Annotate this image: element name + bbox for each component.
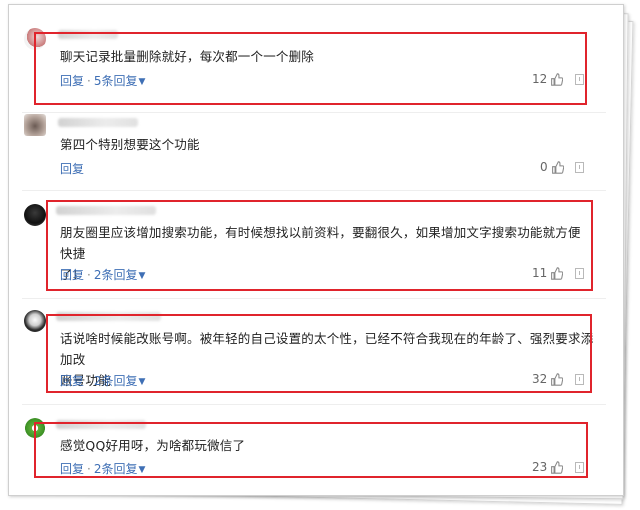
comment-text-line: 话说啥时候能改账号啊。被年轻的自己设置的太个性，已经不符合我现在的年龄了、强烈要… [60, 331, 594, 367]
avatar[interactable] [24, 416, 46, 438]
divider [22, 112, 606, 113]
divider [22, 298, 606, 299]
chevron-down-icon: ▼ [138, 465, 146, 475]
username-blurred[interactable] [56, 420, 146, 429]
replies-count: 2条回复 [93, 268, 138, 282]
report-icon[interactable] [575, 268, 584, 279]
username-blurred[interactable] [58, 30, 118, 39]
comment-text: 第四个特别想要这个功能 [60, 137, 200, 152]
like-control[interactable]: 12 [532, 72, 564, 86]
report-icon[interactable] [575, 74, 584, 85]
avatar[interactable] [24, 310, 46, 332]
replies-count: 5条回复 [93, 74, 138, 88]
comment-actions: 回复 · 2条回复▼ [60, 372, 145, 389]
thumbs-up-icon[interactable] [550, 72, 564, 86]
like-count: 0 [540, 160, 548, 174]
avatar[interactable] [24, 28, 46, 50]
like-count: 12 [532, 72, 548, 86]
comment-text-line: 朋友圈里应该增加搜索功能，有时候想找以前资料，要翻很久，如果增加文字搜索功能就方… [60, 225, 581, 261]
username-blurred[interactable] [58, 118, 138, 127]
like-count: 32 [532, 372, 548, 386]
comment-actions: 回复 · 2条回复▼ [60, 266, 145, 283]
reply-button[interactable]: 回复 [60, 74, 84, 88]
comment-text: 感觉QQ好用呀，为啥都玩微信了 [60, 438, 246, 453]
separator-dot: · [87, 374, 91, 388]
separator-dot: · [87, 268, 91, 282]
thumbs-up-icon[interactable] [550, 266, 564, 280]
like-control[interactable]: 32 [532, 372, 564, 386]
like-control[interactable]: 23 [532, 460, 564, 474]
chevron-down-icon: ▼ [138, 77, 146, 87]
avatar[interactable] [24, 114, 46, 136]
comment-actions: 回复 [60, 160, 84, 177]
username-blurred[interactable] [56, 206, 156, 215]
reply-button[interactable]: 回复 [60, 268, 84, 282]
thumbs-up-icon[interactable] [550, 372, 564, 386]
like-count: 23 [532, 460, 548, 474]
like-control[interactable]: 0 [540, 160, 564, 174]
reply-button[interactable]: 回复 [60, 462, 84, 476]
avatar[interactable] [24, 204, 46, 226]
like-count: 11 [532, 266, 548, 280]
view-replies-link[interactable]: 2条回复▼ [94, 268, 146, 282]
replies-count: 2条回复 [93, 374, 138, 388]
view-replies-link[interactable]: 2条回复▼ [94, 374, 146, 388]
view-replies-link[interactable]: 2条回复▼ [94, 462, 146, 476]
comment-actions: 回复 · 2条回复▼ [60, 460, 145, 477]
report-icon[interactable] [575, 162, 584, 173]
replies-count: 2条回复 [93, 462, 138, 476]
username-blurred[interactable] [56, 312, 161, 321]
view-replies-link[interactable]: 5条回复▼ [94, 74, 146, 88]
thumbs-up-icon[interactable] [551, 160, 564, 174]
chevron-down-icon: ▼ [138, 271, 146, 281]
divider [22, 404, 606, 405]
reply-button[interactable]: 回复 [60, 162, 84, 176]
separator-dot: · [87, 74, 91, 88]
report-icon[interactable] [575, 462, 584, 473]
divider [22, 190, 606, 191]
report-icon[interactable] [575, 374, 584, 385]
thumbs-up-icon[interactable] [550, 460, 564, 474]
chevron-down-icon: ▼ [138, 377, 146, 387]
comment-actions: 回复 · 5条回复▼ [60, 72, 145, 89]
reply-button[interactable]: 回复 [60, 374, 84, 388]
like-control[interactable]: 11 [532, 266, 564, 280]
comment-text: 聊天记录批量删除就好，每次都一个一个删除 [60, 49, 315, 64]
separator-dot: · [87, 462, 91, 476]
